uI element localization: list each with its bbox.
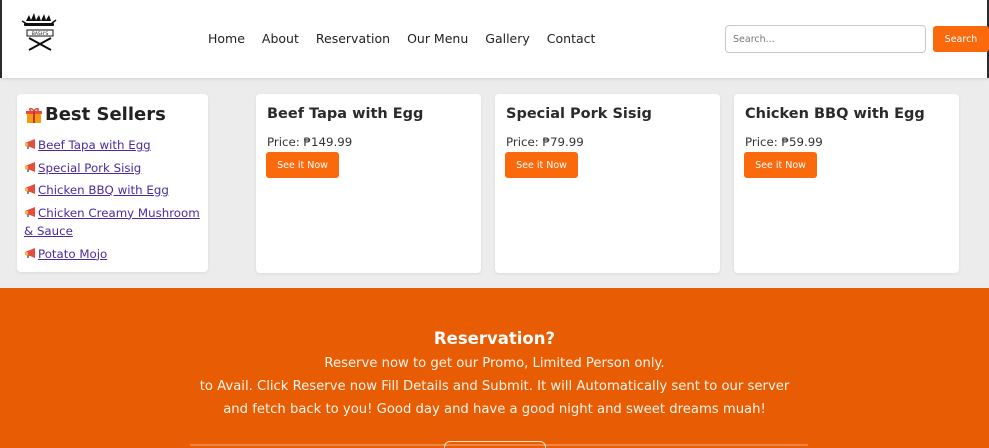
product-price: Price: ₱59.99 [745, 135, 823, 149]
gift-icon [25, 106, 43, 124]
best-seller-link[interactable]: Chicken Creamy Mushroom & Sauce [24, 206, 200, 239]
best-seller-link[interactable]: Beef Tapa with Egg [24, 138, 151, 152]
search-input[interactable] [725, 25, 926, 53]
nav-reservation-link[interactable]: Reservation [316, 31, 390, 46]
reservation-text-line: to Avail. Click Reserve now Fill Details… [199, 379, 790, 394]
reservation-text-line: Reserve now to get our Promo, Limited Pe… [324, 356, 665, 371]
best-seller-link[interactable]: Special Pork Sisig [24, 161, 141, 175]
see-it-now-button[interactable]: See it Now [744, 152, 817, 178]
best-sellers-list: Beef Tapa with Egg Special Pork Sisig Ch… [24, 136, 200, 267]
best-sellers-panel: Best Sellers Beef Tapa with Egg Special … [17, 94, 208, 272]
best-sellers-title: Best Sellers [45, 104, 166, 125]
megaphone-icon [24, 246, 37, 258]
list-item: Beef Tapa with Egg [24, 136, 200, 155]
nav-about-link[interactable]: About [262, 31, 299, 46]
product-card: Beef Tapa with Egg Price: ₱149.99 See it… [256, 94, 481, 273]
megaphone-icon [24, 160, 37, 172]
reservation-title: Reservation? [433, 329, 556, 348]
product-name: Special Pork Sisig [506, 106, 652, 122]
megaphone-icon [24, 182, 37, 194]
product-card: Chicken BBQ with Egg Price: ₱59.99 See i… [734, 94, 959, 273]
reservation-text-line: and fetch back to you! Good day and have… [223, 402, 766, 417]
nav-gallery-link[interactable]: Gallery [485, 31, 530, 46]
see-it-now-button[interactable]: See it Now [505, 152, 578, 178]
nav-our-menu-link[interactable]: Our Menu [407, 31, 468, 46]
reserve-button[interactable] [444, 441, 546, 448]
product-name: Beef Tapa with Egg [267, 106, 424, 122]
megaphone-icon [24, 137, 37, 149]
best-seller-link[interactable]: Potato Mojo [24, 247, 107, 261]
list-item: Chicken BBQ with Egg [24, 181, 200, 200]
nav-contact-link[interactable]: Contact [547, 31, 596, 46]
main-nav: Home About Reservation Our Menu Gallery … [208, 31, 612, 46]
see-it-now-button[interactable]: See it Now [266, 152, 339, 178]
navbar: BASH'S Home About Reservation Our Menu G… [0, 0, 989, 78]
megaphone-icon [24, 205, 37, 217]
list-item: Special Pork Sisig [24, 159, 200, 178]
reservation-banner: Reservation? Reserve now to get our Prom… [0, 288, 989, 448]
best-sellers-heading: Best Sellers [25, 104, 166, 125]
grill-logo-icon[interactable]: BASH'S [20, 12, 62, 52]
product-price: Price: ₱149.99 [267, 135, 353, 149]
product-price: Price: ₱79.99 [506, 135, 584, 149]
nav-home-link[interactable]: Home [208, 31, 245, 46]
product-name: Chicken BBQ with Egg [745, 106, 925, 122]
search-button[interactable]: Search [933, 26, 989, 52]
logo-text: BASH'S [32, 31, 49, 37]
product-card: Special Pork Sisig Price: ₱79.99 See it … [495, 94, 720, 273]
list-item: Chicken Creamy Mushroom & Sauce [24, 204, 200, 241]
list-item: Potato Mojo [24, 245, 200, 264]
best-seller-link[interactable]: Chicken BBQ with Egg [24, 183, 169, 197]
